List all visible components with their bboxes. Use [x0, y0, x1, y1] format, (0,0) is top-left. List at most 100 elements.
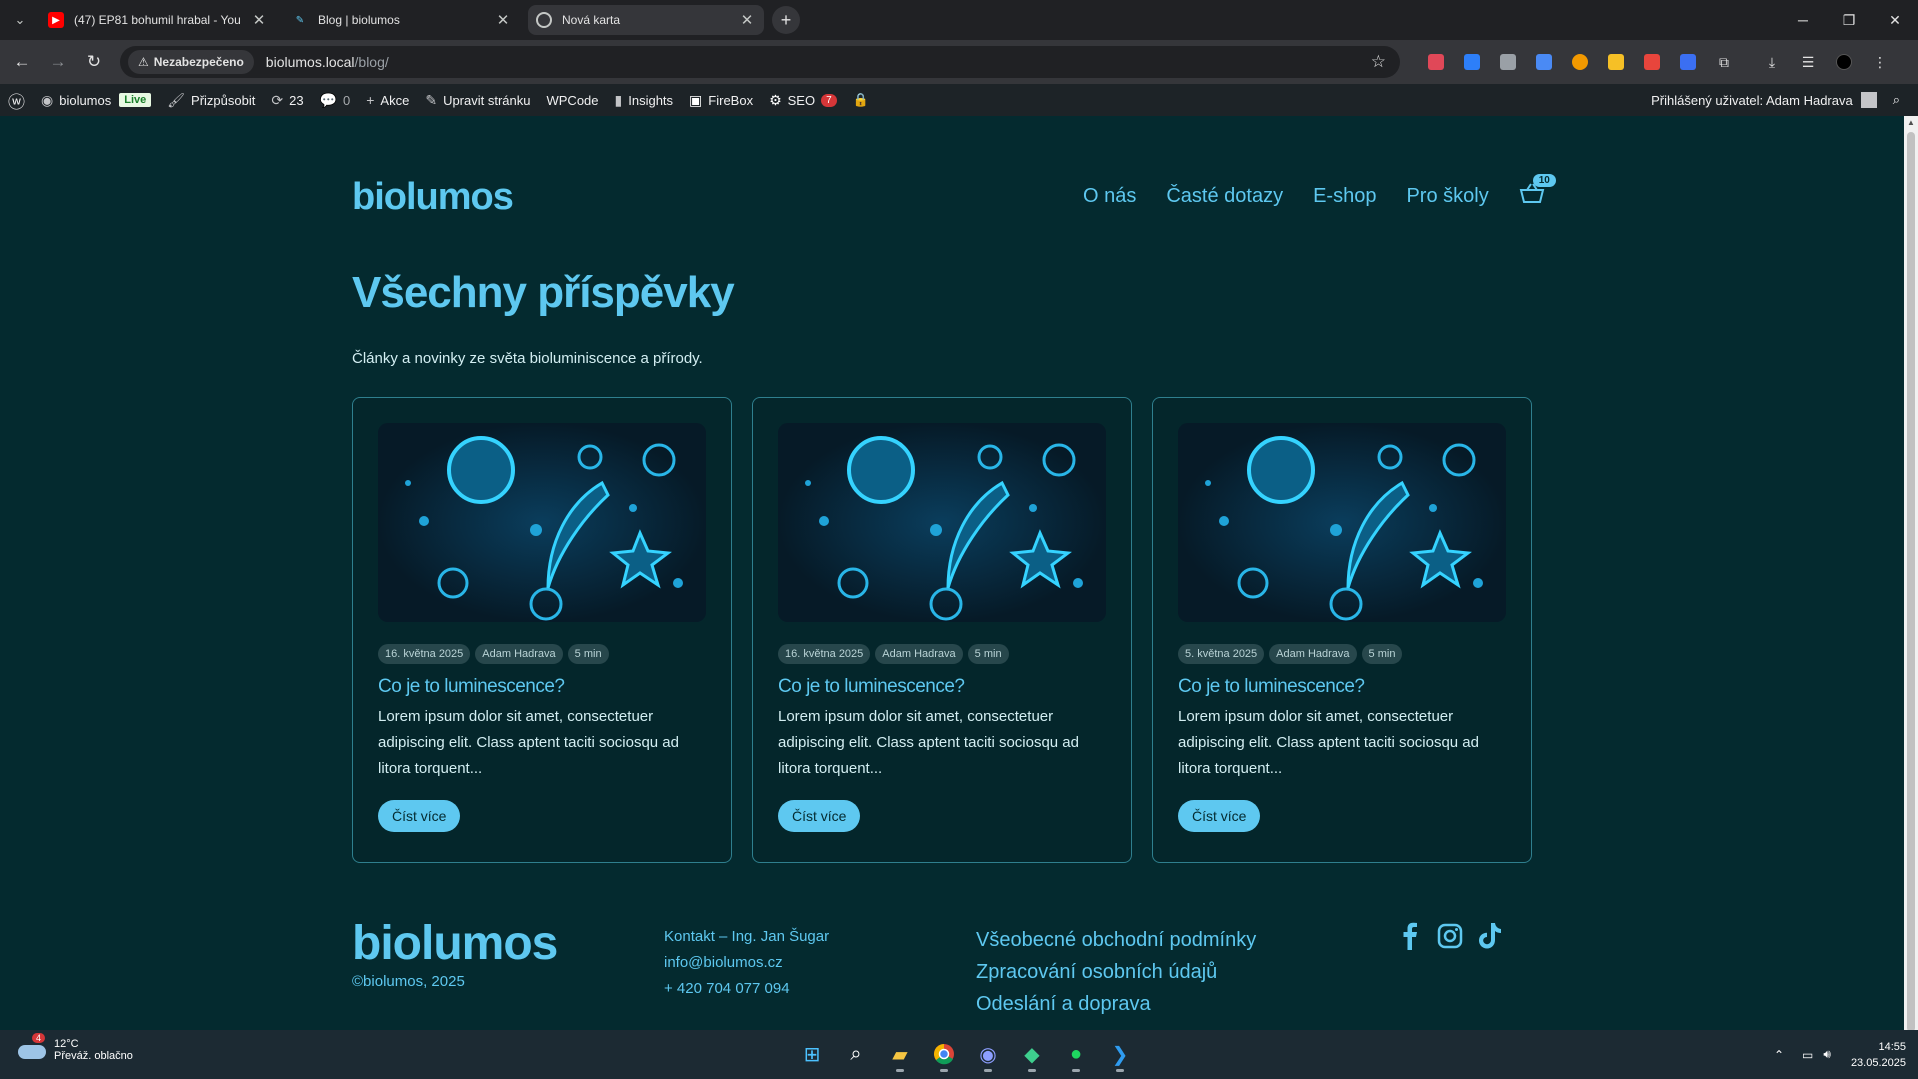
wordpress-logo-icon[interactable]: ⓦ	[0, 84, 33, 116]
nav-item-o-nas[interactable]: O nás	[1083, 185, 1136, 208]
read-time-badge: 5 min	[1361, 644, 1403, 664]
camera-icon[interactable]	[1490, 54, 1526, 70]
post-thumbnail[interactable]	[1178, 423, 1506, 622]
post-card: 16. května 2025 Adam Hadrava 5 min Co je…	[752, 397, 1132, 863]
post-excerpt: Lorem ipsum dolor sit amet, consectetuer…	[778, 708, 1079, 777]
post-title-link[interactable]: Co je to luminescence?	[378, 676, 565, 698]
start-icon[interactable]: ⊞	[790, 1036, 834, 1072]
customize-link[interactable]: 🖌 Přizpůsobit	[159, 84, 263, 116]
file-explorer-icon[interactable]: ▰	[878, 1036, 922, 1072]
spotify-icon[interactable]: ●	[1054, 1036, 1098, 1072]
address-bar[interactable]: ⚠ Nezabezpečeno biolumos.local/blog/ ☆	[120, 46, 1400, 78]
media-icon[interactable]: ☰	[1790, 54, 1826, 71]
bar-chart-icon: ▮	[614, 91, 623, 108]
tab-new[interactable]: Nová karta ✕	[528, 5, 764, 35]
post-card: 16. května 2025 Adam Hadrava 5 min Co je…	[352, 397, 732, 863]
pencil-icon: ✎	[425, 91, 438, 108]
forward-icon[interactable]: →	[40, 44, 76, 80]
extension-yellow-icon[interactable]	[1598, 54, 1634, 70]
lock-icon[interactable]: 🔒	[845, 84, 877, 116]
menu-icon[interactable]: ⋮	[1862, 54, 1898, 71]
flame-icon[interactable]	[1562, 54, 1598, 70]
clock[interactable]: 14:55 23.05.2025	[1851, 1039, 1906, 1071]
nav-item-eshop[interactable]: E-shop	[1313, 185, 1376, 208]
privacy-link[interactable]: Zpracování osobních údajů	[976, 956, 1256, 988]
minimize-icon[interactable]: ─	[1780, 0, 1826, 40]
new-content-link[interactable]: + Akce	[358, 84, 417, 116]
tab-youtube[interactable]: ▶ (47) EP81 bohumil hrabal - You ✕	[40, 5, 276, 35]
scroll-up-icon[interactable]: ▲	[1904, 116, 1918, 130]
time: 14:55	[1878, 1040, 1906, 1053]
wpcode-label: WPCode	[546, 92, 599, 108]
close-tab-icon[interactable]: ✕	[738, 11, 756, 29]
puzzle-icon[interactable]: ⧉	[1706, 54, 1742, 71]
url-text[interactable]: biolumos.local/blog/	[266, 54, 1371, 70]
seo-link[interactable]: ⚙ SEO 7	[761, 84, 845, 116]
bookmark-star-icon[interactable]: ☆	[1371, 52, 1386, 72]
security-chip[interactable]: ⚠ Nezabezpečeno	[128, 50, 254, 74]
reload-icon[interactable]: ↻	[76, 44, 112, 80]
shipping-link[interactable]: Odeslání a doprava	[976, 988, 1256, 1020]
new-tab-button[interactable]: +	[772, 6, 800, 34]
site-logo[interactable]: biolumos	[352, 176, 514, 219]
wpcode-link[interactable]: WPCode	[538, 84, 606, 116]
firebox-link[interactable]: ▣ FireBox	[681, 84, 761, 116]
close-tab-icon[interactable]: ✕	[494, 11, 512, 29]
url-path: /blog/	[354, 54, 389, 70]
extension-icon[interactable]	[1418, 54, 1454, 70]
docs-icon[interactable]	[1526, 54, 1562, 70]
page-title: Všechny příspěvky	[352, 268, 735, 317]
tray-overflow-icon[interactable]: ⌃	[1774, 1048, 1784, 1062]
nav-item-pro-skoly[interactable]: Pro školy	[1406, 185, 1488, 208]
network-icon[interactable]: ▭	[1802, 1048, 1813, 1062]
search-icon[interactable]: ⌕	[834, 1036, 878, 1072]
contact-phone-link[interactable]: + 420 704 077 094	[664, 976, 829, 1002]
page-scrollbar[interactable]: ▲	[1904, 116, 1918, 1032]
cart-button[interactable]: 10	[1519, 174, 1556, 210]
admin-site-link[interactable]: ◉ biolumos Live	[33, 84, 159, 116]
profile-icon[interactable]	[1826, 54, 1862, 70]
terms-link[interactable]: Všeobecné obchodní podmínky	[976, 924, 1256, 956]
translate-icon[interactable]	[1670, 54, 1706, 70]
updates-link[interactable]: ⟳ 23	[263, 84, 311, 116]
back-icon[interactable]: ←	[4, 44, 40, 80]
download-helper-icon[interactable]	[1454, 54, 1490, 70]
volume-icon[interactable]: 🔊︎	[1823, 1047, 1831, 1062]
close-tab-icon[interactable]: ✕	[250, 11, 268, 29]
extension-red-icon[interactable]	[1634, 54, 1670, 70]
post-thumbnail[interactable]	[778, 423, 1106, 622]
tab-search-icon[interactable]: ⌄	[0, 0, 40, 40]
post-title-link[interactable]: Co je to luminescence?	[778, 676, 965, 698]
vscode-icon[interactable]: ❯	[1098, 1036, 1142, 1072]
edit-page-link[interactable]: ✎ Upravit stránku	[417, 84, 538, 116]
footer-logo[interactable]: biolumos	[352, 916, 558, 971]
comments-link[interactable]: 💬 0	[312, 84, 359, 116]
search-icon[interactable]: ⌕	[1885, 84, 1918, 116]
close-window-icon[interactable]: ✕	[1872, 0, 1918, 40]
date: 23.05.2025	[1850, 1056, 1906, 1069]
post-date-badge: 5. května 2025	[1178, 644, 1265, 664]
tab-blog[interactable]: ✎ Blog | biolumos ✕	[284, 5, 520, 35]
git-client-icon[interactable]: ◆	[1010, 1036, 1054, 1072]
weather-widget[interactable]: 4 12°C Převáž. oblačno	[18, 1033, 133, 1062]
post-title-link[interactable]: Co je to luminescence?	[1178, 676, 1365, 698]
nav-item-faq[interactable]: Časté dotazy	[1166, 185, 1283, 208]
discord-icon[interactable]: ◉	[966, 1036, 1010, 1072]
download-icon[interactable]: ⤓	[1754, 54, 1790, 71]
read-more-button[interactable]: Číst více	[778, 800, 861, 832]
read-more-button[interactable]: Číst více	[378, 800, 461, 832]
chrome-icon[interactable]	[922, 1036, 966, 1072]
read-more-button[interactable]: Číst více	[1178, 800, 1261, 832]
wp-admin-bar: ⓦ ◉ biolumos Live 🖌 Přizpůsobit ⟳ 23 💬 0…	[0, 84, 1918, 116]
facebook-icon[interactable]	[1390, 922, 1430, 950]
restore-icon[interactable]: ❐	[1826, 0, 1872, 40]
instagram-icon[interactable]	[1430, 923, 1470, 949]
contact-email-link[interactable]: info@biolumos.cz	[664, 950, 829, 976]
post-thumbnail[interactable]	[378, 423, 706, 622]
account-menu[interactable]: Přihlášený uživatel: Adam Hadrava	[1643, 84, 1885, 116]
tiktok-icon[interactable]	[1470, 922, 1510, 950]
insights-link[interactable]: ▮ Insights	[607, 84, 682, 116]
cloud-icon: 4	[18, 1033, 46, 1061]
plus-icon: +	[366, 92, 375, 108]
scrollbar-thumb[interactable]	[1907, 132, 1915, 1032]
